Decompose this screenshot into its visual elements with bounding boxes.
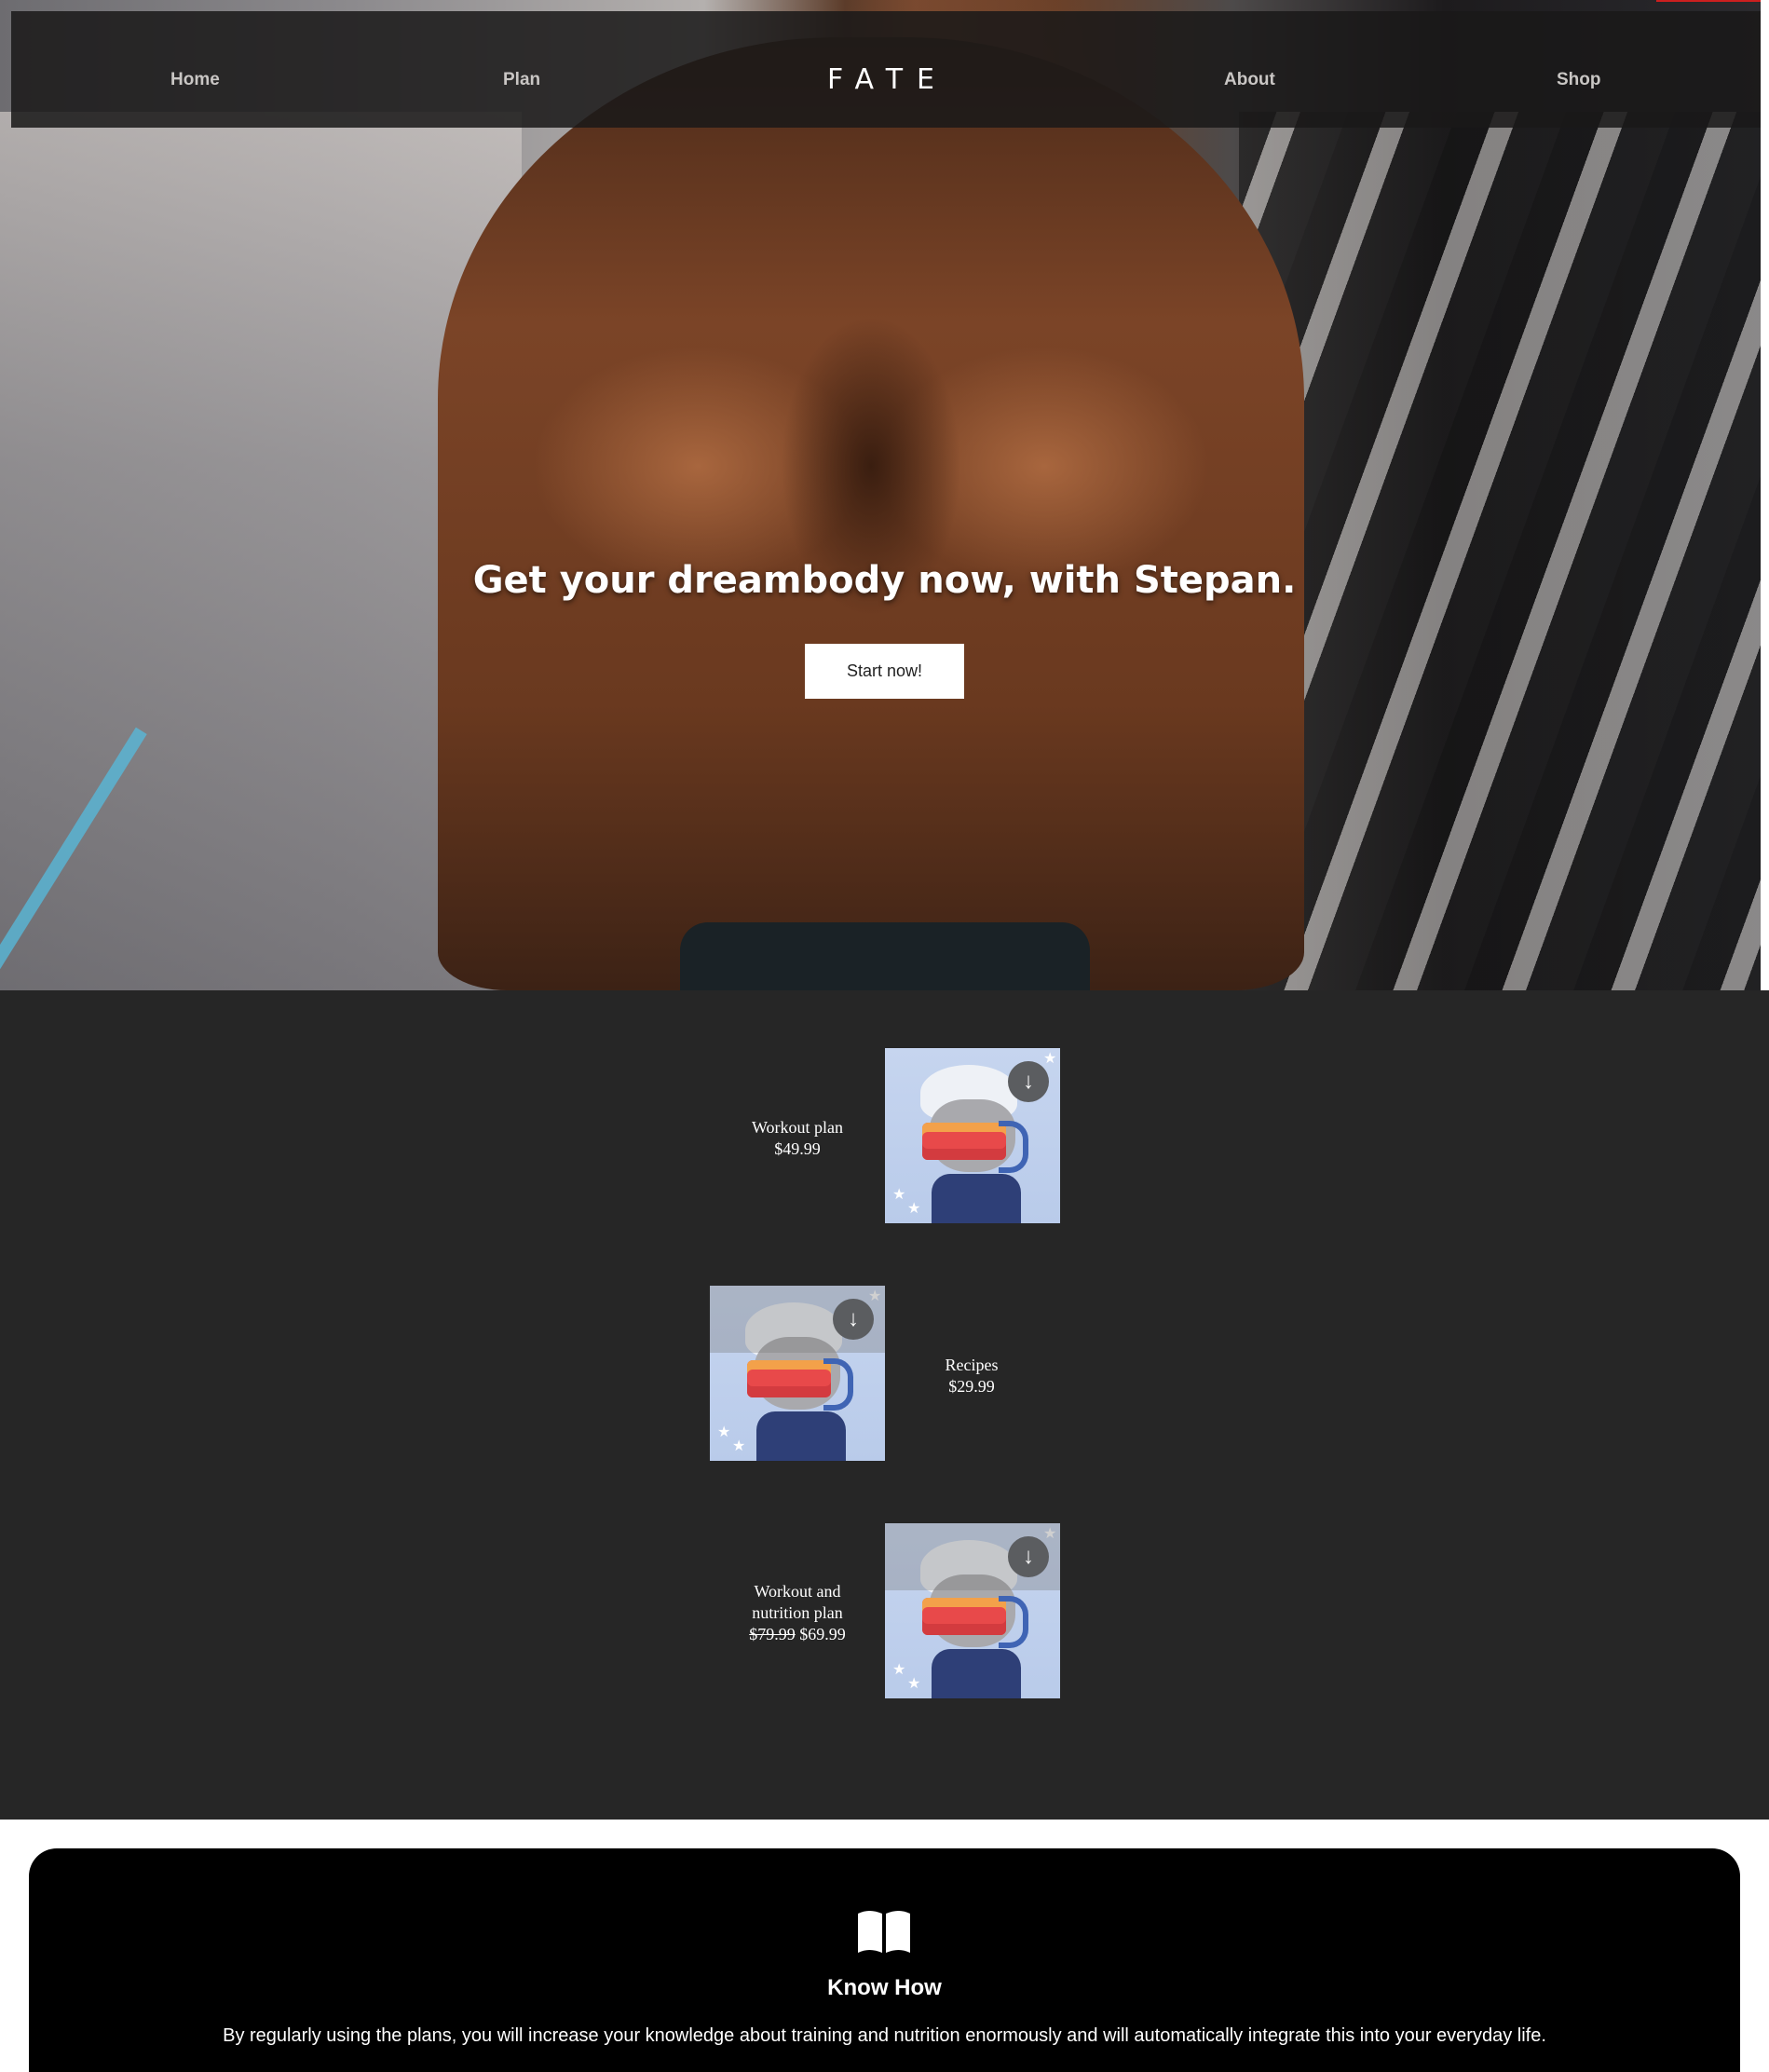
accent-line [1656, 0, 1761, 2]
avatar-jacket [932, 1649, 1021, 1698]
star-icon: ★ [907, 1676, 921, 1692]
avatar-earpiece [999, 1596, 1028, 1648]
avatar-hair [745, 1302, 842, 1358]
avatar-visor [747, 1360, 831, 1397]
product-name-line2: nutrition plan [752, 1603, 843, 1622]
star-icon: ★ [892, 1662, 906, 1678]
know-how-card: Know How By regularly using the plans, y… [29, 1848, 1740, 2072]
know-how-text: By regularly using the plans, you will i… [223, 2025, 1546, 2046]
product-price-row: $79.99 $69.99 [718, 1624, 877, 1645]
book-icon [858, 1911, 910, 1953]
download-icon[interactable]: ↓ [1008, 1536, 1049, 1577]
product-recipes-info: Recipes $29.99 [892, 1355, 1051, 1397]
top-navigation: Home Plan FATE About Shop [11, 0, 1761, 128]
product-recipes-image[interactable]: ★ ★ ★ ↓ [710, 1286, 885, 1461]
site-logo[interactable]: FATE [827, 63, 948, 96]
know-how-title: Know How [827, 1975, 942, 2000]
hero-athlete-image [438, 37, 1304, 990]
star-icon: ★ [907, 1201, 921, 1217]
avatar-jacket [756, 1411, 846, 1461]
avatar-visor [922, 1598, 1006, 1635]
avatar-earpiece [823, 1358, 853, 1411]
product-name: Workout plan [751, 1118, 844, 1137]
product-price: $69.99 [799, 1625, 846, 1643]
product-price: $49.99 [774, 1139, 821, 1158]
nav-home[interactable]: Home [170, 70, 220, 90]
avatar-jacket [932, 1174, 1021, 1223]
avatar-visor [922, 1123, 1006, 1160]
product-name-line1: Workout and [754, 1582, 841, 1601]
hero-background-right [1239, 112, 1761, 990]
hero-section: Home Plan FATE About Shop Get your dream… [0, 0, 1761, 990]
hero-athlete-shorts [680, 922, 1090, 990]
download-icon[interactable]: ↓ [833, 1299, 874, 1340]
product-workout-plan-info: Workout plan $49.99 [718, 1117, 877, 1160]
product-workout-plan-image[interactable]: ★ ★ ★ ↓ [885, 1048, 1060, 1223]
hero-headline: Get your dreambody now, with Stepan. [472, 559, 1297, 602]
product-old-price: $79.99 [749, 1625, 796, 1643]
star-icon: ★ [1043, 1526, 1057, 1542]
product-combo-plan-info: Workout and nutrition plan $79.99 $69.99 [718, 1581, 877, 1645]
star-icon: ★ [892, 1187, 906, 1203]
star-icon: ★ [732, 1438, 746, 1454]
product-combo-plan-image[interactable]: ★ ★ ★ ↓ [885, 1523, 1060, 1698]
nav-about[interactable]: About [1224, 70, 1275, 90]
nav-shop[interactable]: Shop [1557, 70, 1601, 90]
avatar-earpiece [999, 1121, 1028, 1173]
star-icon: ★ [1043, 1051, 1057, 1067]
download-icon[interactable]: ↓ [1008, 1061, 1049, 1102]
products-section: Workout plan $49.99 ★ ★ ★ ↓ ★ ★ ★ ↓ Reci… [0, 990, 1769, 1820]
nav-plan[interactable]: Plan [503, 70, 540, 90]
start-now-button[interactable]: Start now! [805, 644, 964, 699]
star-icon: ★ [717, 1424, 731, 1440]
star-icon: ★ [868, 1288, 882, 1304]
product-price: $29.99 [948, 1377, 995, 1396]
avatar-hair [920, 1540, 1017, 1596]
product-name: Recipes [945, 1356, 999, 1374]
